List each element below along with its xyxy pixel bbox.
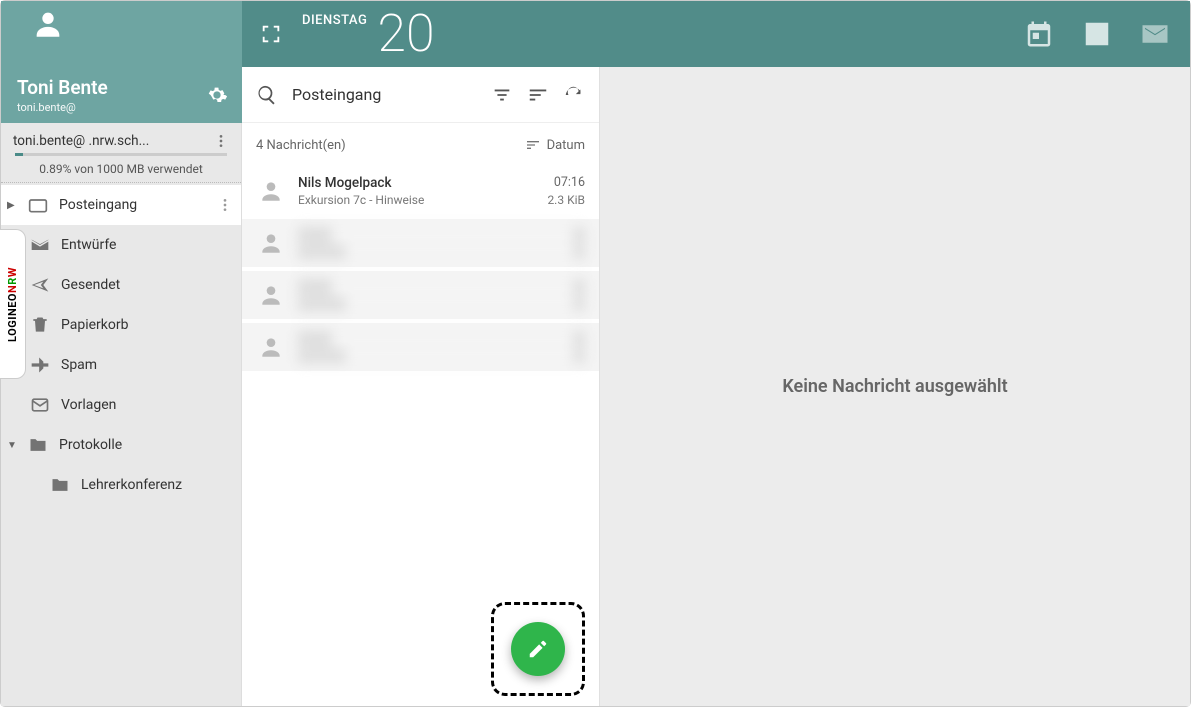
folder-label: Papierkorb bbox=[61, 317, 129, 333]
more-vert-icon[interactable] bbox=[217, 197, 233, 213]
header-user-block bbox=[1, 1, 242, 67]
fullscreen-icon[interactable] bbox=[260, 23, 282, 45]
sort-small-icon bbox=[525, 137, 541, 153]
folder-label: Protokolle bbox=[59, 437, 122, 453]
folder-icon bbox=[27, 434, 49, 456]
folder-list: ▶ Posteingang Entwürfe Gesendet Papierko… bbox=[1, 185, 241, 505]
user-email: toni.bente@ bbox=[17, 101, 108, 114]
person-icon bbox=[256, 228, 286, 258]
trash-icon bbox=[29, 314, 51, 336]
sent-icon bbox=[29, 274, 51, 296]
folder-spam[interactable]: Spam bbox=[1, 345, 241, 385]
message-sender: Nils Mogelpack bbox=[298, 175, 392, 191]
avatar-icon bbox=[31, 7, 65, 41]
empty-placeholder: Keine Nachricht ausgewählt bbox=[782, 376, 1007, 397]
chevron-down-icon: ▼ bbox=[7, 440, 17, 451]
folder-label: Spam bbox=[61, 357, 97, 373]
inbox-icon bbox=[27, 194, 49, 216]
weekday-label: DIENSTAG bbox=[302, 13, 367, 28]
compose-highlight bbox=[491, 602, 585, 696]
folder-label: Entwürfe bbox=[61, 237, 116, 253]
folder-lehrerkonferenz[interactable]: Lehrerkonferenz bbox=[1, 465, 241, 505]
filter-icon[interactable] bbox=[491, 84, 513, 106]
sidebar: toni.bente@ .nrw.sch... 0.89% von 1000 M… bbox=[1, 123, 242, 706]
account-email: toni.bente@ .nrw.sch... bbox=[13, 133, 213, 149]
refresh-icon[interactable] bbox=[563, 84, 585, 106]
folder-label: Gesendet bbox=[61, 277, 120, 293]
list-title: Posteingang bbox=[292, 85, 477, 104]
account-row[interactable]: toni.bente@ .nrw.sch... bbox=[1, 123, 241, 153]
sort-control[interactable]: Datum bbox=[525, 137, 585, 153]
sort-label: Datum bbox=[547, 138, 585, 153]
folder-inbox[interactable]: ▶ Posteingang bbox=[1, 185, 241, 225]
person-icon bbox=[256, 280, 286, 310]
chevron-right-icon: ▶ bbox=[7, 200, 17, 211]
folder-templates[interactable]: Vorlagen bbox=[1, 385, 241, 425]
list-toolbar: Posteingang bbox=[242, 67, 599, 123]
contacts-icon[interactable] bbox=[1082, 19, 1112, 49]
message-size: 2.3 KiB bbox=[547, 193, 585, 207]
person-icon bbox=[256, 332, 286, 362]
list-subbar: 4 Nachricht(en) Datum bbox=[242, 123, 599, 167]
search-icon[interactable] bbox=[256, 84, 278, 106]
drafts-icon bbox=[29, 234, 51, 256]
calendar-icon[interactable] bbox=[1024, 19, 1054, 49]
folder-label: Posteingang bbox=[59, 197, 137, 213]
header-actions bbox=[1024, 1, 1170, 67]
folder-label: Vorlagen bbox=[61, 397, 116, 413]
mail-icon[interactable] bbox=[1140, 19, 1170, 49]
message-subject: Exkursion 7c - Hinweise bbox=[298, 193, 424, 207]
sort-icon[interactable] bbox=[527, 84, 549, 106]
app-header: DIENSTAG 20 bbox=[1, 1, 1190, 67]
compose-button[interactable] bbox=[511, 622, 565, 676]
more-vert-icon[interactable] bbox=[213, 133, 229, 149]
message-time: 07:16 bbox=[554, 175, 585, 191]
person-icon bbox=[256, 176, 286, 206]
folder-drafts[interactable]: Entwürfe bbox=[1, 225, 241, 265]
detail-pane: Keine Nachricht ausgewählt bbox=[600, 67, 1190, 706]
settings-gear-icon[interactable] bbox=[206, 84, 228, 106]
message-count: 4 Nachricht(en) bbox=[256, 138, 346, 153]
pencil-icon bbox=[527, 638, 549, 660]
quota-text: 0.89% von 1000 MB verwendet bbox=[1, 162, 241, 182]
user-name: Toni Bente bbox=[17, 76, 108, 99]
folder-label: Lehrerkonferenz bbox=[81, 477, 182, 493]
message-item[interactable]: Nils Mogelpack 07:16 Exkursion 7c - Hinw… bbox=[242, 167, 599, 215]
brand-side-tab[interactable]: LOGINEONRW bbox=[0, 229, 26, 379]
user-subheader: Toni Bente toni.bente@ bbox=[1, 67, 242, 123]
header-center: DIENSTAG 20 bbox=[242, 8, 435, 60]
templates-icon bbox=[29, 394, 51, 416]
folder-icon bbox=[49, 474, 71, 496]
date-display[interactable]: DIENSTAG 20 bbox=[302, 8, 435, 60]
folder-protokolle[interactable]: ▼ Protokolle bbox=[1, 425, 241, 465]
folder-sent[interactable]: Gesendet bbox=[1, 265, 241, 305]
spam-icon bbox=[29, 354, 51, 376]
message-item-redacted[interactable]: xxxxxxxxxxxxxxxxx bbox=[242, 323, 599, 371]
message-item-redacted[interactable]: xxxxxxxxxxxxxxxxx bbox=[242, 271, 599, 319]
folder-trash[interactable]: Papierkorb bbox=[1, 305, 241, 345]
quota-bar bbox=[15, 153, 227, 156]
day-number: 20 bbox=[377, 8, 434, 60]
message-item-redacted[interactable]: xxxxxxxxxxxxxxxxx bbox=[242, 219, 599, 267]
